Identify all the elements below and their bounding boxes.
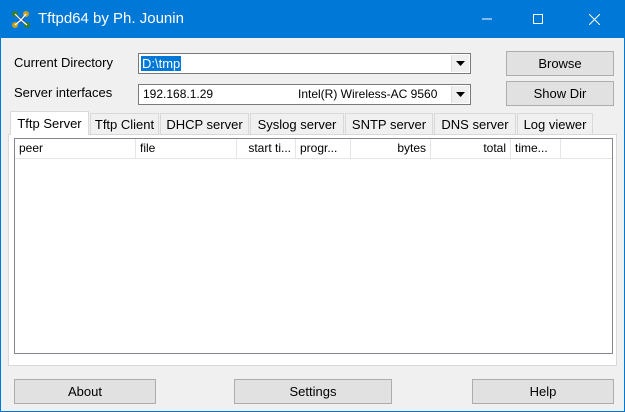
about-button[interactable]: About: [14, 379, 156, 404]
tab-tftp-server[interactable]: Tftp Server: [10, 111, 89, 135]
show-dir-button[interactable]: Show Dir: [506, 81, 614, 106]
chevron-down-icon[interactable]: [451, 86, 469, 103]
column-bytes[interactable]: bytes: [351, 139, 431, 158]
transfers-list[interactable]: peer file start ti... progr... bytes tot…: [14, 138, 613, 354]
column-start-time[interactable]: start ti...: [237, 139, 296, 158]
minimize-icon: [482, 18, 492, 20]
browse-button[interactable]: Browse: [506, 51, 614, 76]
server-interfaces-label: Server interfaces: [14, 85, 113, 100]
tab-tftp-client[interactable]: Tftp Client: [90, 113, 159, 134]
tab-dns-server[interactable]: DNS server: [434, 113, 516, 134]
tab-log-viewer[interactable]: Log viewer: [517, 113, 593, 134]
maximize-icon: [533, 14, 543, 24]
help-button[interactable]: Help: [472, 379, 614, 404]
tftpd-app-icon: [10, 9, 32, 29]
column-time[interactable]: time...: [511, 139, 561, 158]
title-bar[interactable]: Tftpd64 by Ph. Jounin: [0, 0, 625, 38]
column-total[interactable]: total: [431, 139, 511, 158]
close-button[interactable]: [571, 0, 617, 38]
minimize-button[interactable]: [464, 0, 510, 38]
server-interfaces-combo[interactable]: 192.168.1.29 Intel(R) Wireless-AC 9560: [138, 84, 471, 105]
server-interface-adapter: Intel(R) Wireless-AC 9560: [298, 87, 438, 101]
tab-syslog-server[interactable]: Syslog server: [250, 113, 344, 134]
tab-sntp-server[interactable]: SNTP server: [345, 113, 433, 134]
window-title: Tftpd64 by Ph. Jounin: [38, 10, 184, 27]
server-interface-ip: 192.168.1.29: [143, 87, 214, 101]
column-progress[interactable]: progr...: [296, 139, 351, 158]
settings-button[interactable]: Settings: [234, 379, 392, 404]
column-peer[interactable]: peer: [15, 139, 136, 158]
tab-dhcp-server[interactable]: DHCP server: [160, 113, 249, 134]
current-directory-value[interactable]: D:\tmp: [141, 56, 182, 71]
current-directory-combo[interactable]: D:\tmp: [138, 53, 471, 74]
maximize-button[interactable]: [515, 0, 561, 38]
current-directory-label: Current Directory: [14, 55, 113, 70]
chevron-down-icon[interactable]: [451, 55, 469, 72]
list-header: peer file start ti... progr... bytes tot…: [15, 139, 612, 159]
column-file[interactable]: file: [136, 139, 237, 158]
close-icon: [588, 13, 600, 25]
